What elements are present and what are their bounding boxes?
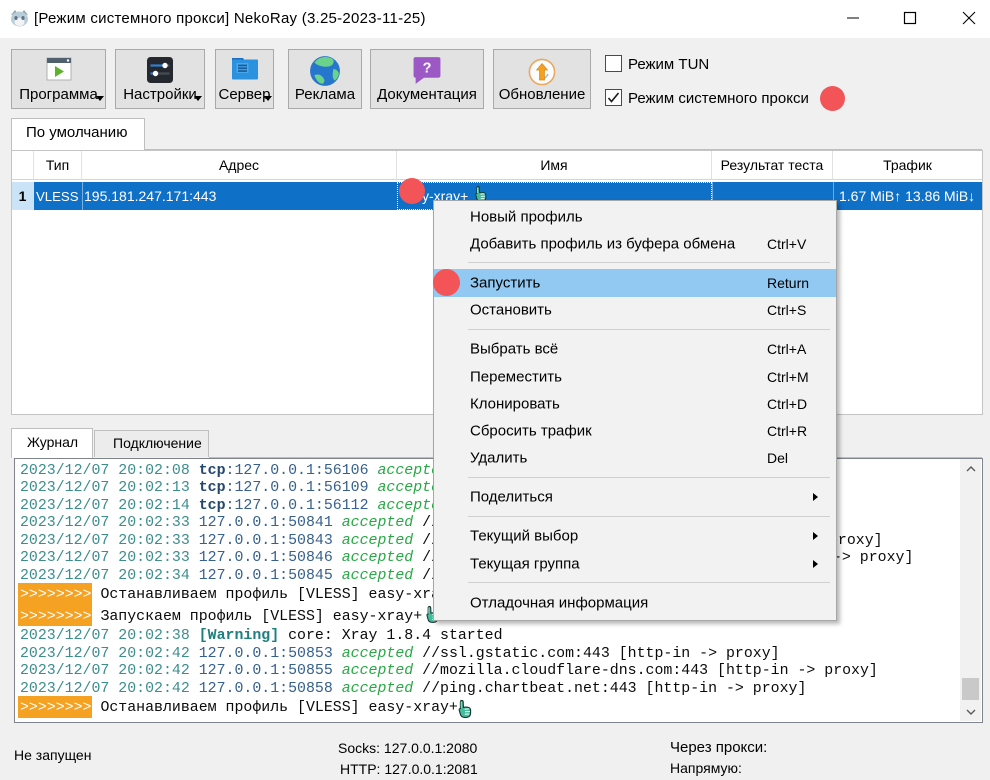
svg-text:?: ? [423, 61, 432, 77]
